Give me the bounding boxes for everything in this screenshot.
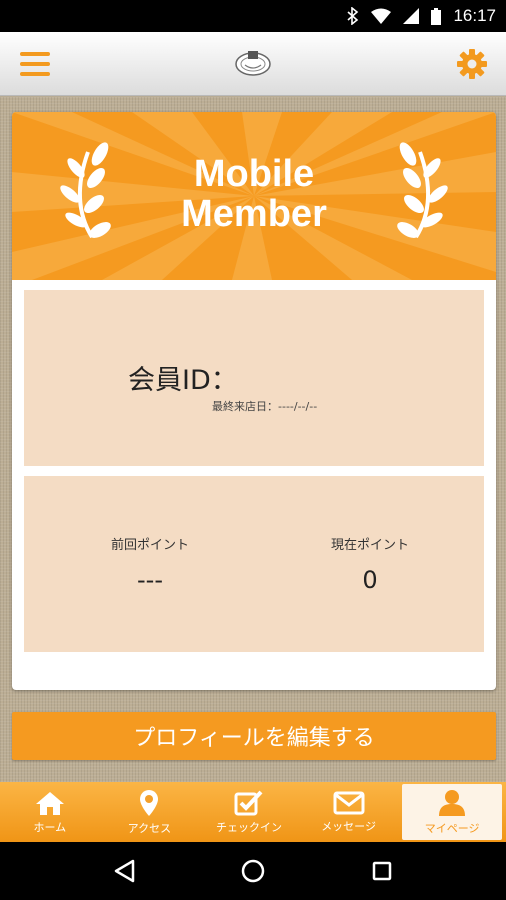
wifi-icon xyxy=(371,8,392,24)
member-id-panel: 会員ID： 最終来店日：----/--/-- xyxy=(24,290,484,466)
status-bar: 16:17 xyxy=(0,0,506,32)
tab-message-label: メッセージ xyxy=(321,819,376,833)
tab-mypage[interactable]: マイページ xyxy=(402,784,502,840)
last-visit-date: 最終来店日：----/--/-- xyxy=(212,400,318,413)
person-icon xyxy=(439,789,466,816)
battery-icon xyxy=(431,7,442,25)
tab-checkin-label: チェックイン xyxy=(215,820,282,834)
tab-home[interactable]: ホーム xyxy=(0,782,100,842)
previous-points-label: 前回ポイント xyxy=(110,538,189,553)
tab-home-label: ホーム xyxy=(33,820,67,834)
banner-title-line1: Mobile xyxy=(193,153,315,195)
home-circle-icon[interactable] xyxy=(233,851,273,891)
back-icon[interactable] xyxy=(104,851,144,891)
tab-checkin[interactable]: チェックイン xyxy=(199,782,299,842)
bluetooth-icon xyxy=(347,7,359,25)
points-panel: 前回ポイント --- 現在ポイント 0 xyxy=(24,476,484,652)
banner-title: Mobile Member xyxy=(12,154,496,234)
recents-icon[interactable] xyxy=(362,851,402,891)
menu-icon[interactable] xyxy=(20,52,50,78)
gear-icon[interactable] xyxy=(456,48,488,80)
system-nav-bar xyxy=(0,842,506,900)
home-icon xyxy=(35,791,64,815)
clock: 16:17 xyxy=(453,6,496,25)
banner-title-line2: Member xyxy=(181,193,327,235)
tab-mypage-label: マイページ xyxy=(424,821,480,835)
app-header xyxy=(0,32,506,96)
content-area: Mobile Member 会員ID： 最終来店日：----/--/-- 前回ポ… xyxy=(0,97,506,782)
tab-message[interactable]: メッセージ xyxy=(299,782,399,842)
checkbox-icon xyxy=(234,790,263,815)
cell-signal-icon xyxy=(403,8,420,24)
tab-access[interactable]: アクセス xyxy=(100,782,200,842)
current-points-value: 0 xyxy=(362,566,378,594)
current-points-label: 現在ポイント xyxy=(330,538,409,553)
mail-icon xyxy=(333,791,365,814)
map-pin-icon xyxy=(140,789,159,816)
previous-points-value: --- xyxy=(137,566,163,594)
tab-access-label: アクセス xyxy=(127,821,172,835)
logo xyxy=(234,46,272,80)
bottom-tab-bar: ホーム アクセス チェックイン メッセージ マイページ xyxy=(0,782,506,842)
member-card: Mobile Member 会員ID： 最終来店日：----/--/-- 前回ポ… xyxy=(12,112,496,690)
member-banner: Mobile Member xyxy=(12,112,496,280)
member-id-label: 会員ID： xyxy=(128,365,238,396)
edit-profile-button[interactable]: プロフィールを編集する xyxy=(12,712,496,760)
